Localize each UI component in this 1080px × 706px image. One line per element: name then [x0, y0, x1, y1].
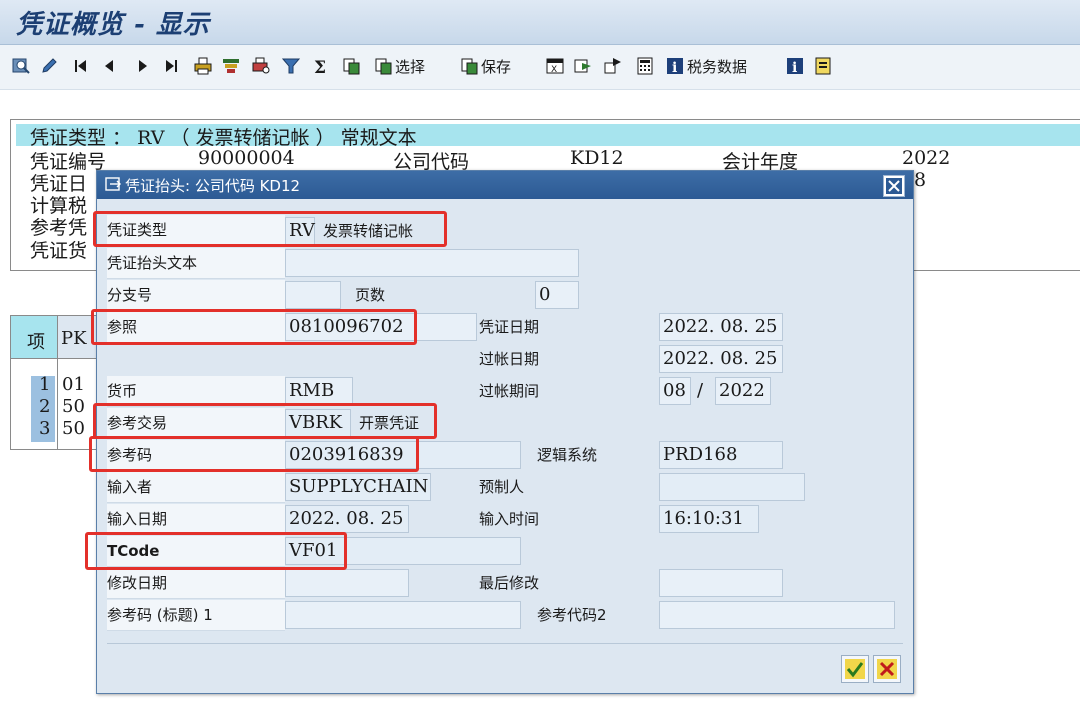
window-title: 凭证概览 - 显示: [16, 10, 210, 40]
highlight-box-ref-key: [89, 436, 419, 472]
first-page-icon[interactable]: [72, 55, 93, 77]
tax-data-button[interactable]: i 税务数据: [666, 55, 747, 77]
logical-system-field[interactable]: PRD168: [659, 441, 783, 469]
print-preview-icon[interactable]: [252, 55, 273, 77]
dialog-title: 凭证抬头: 公司代码 KD12: [125, 177, 301, 195]
entered-by-label: 输入者: [107, 472, 285, 503]
svg-text:X: X: [551, 65, 557, 75]
entry-date-label: 输入日期: [107, 504, 285, 535]
document-icon[interactable]: X: [546, 55, 567, 77]
doc-date-value-bg: 8: [914, 169, 927, 191]
table-divider: [57, 316, 58, 449]
last-change-label: 最后修改: [479, 574, 540, 592]
entry-time-label: 输入时间: [479, 510, 540, 528]
line-items-table: 项 PK 1 01 2 50 3 50: [10, 315, 99, 450]
print-icon[interactable]: [194, 55, 215, 77]
col-pk-header: PK: [61, 328, 87, 349]
currency-label-bg: 凭证货: [30, 240, 88, 262]
cancel-icon: [877, 659, 897, 679]
confirm-button[interactable]: [841, 655, 869, 683]
period-separator: /: [697, 380, 704, 401]
table-row-3-pk[interactable]: 50: [62, 418, 85, 439]
table-row-3-item[interactable]: 3: [39, 418, 50, 439]
posting-date-field[interactable]: 2022. 08. 25: [659, 345, 783, 373]
entered-by-field[interactable]: SUPPLYCHAIN: [285, 473, 431, 501]
header-text-field[interactable]: [285, 249, 579, 277]
filter-icon[interactable]: [282, 55, 303, 77]
period-field[interactable]: 08: [659, 377, 691, 405]
info-icon[interactable]: i: [786, 55, 807, 77]
svg-text:i: i: [792, 60, 797, 75]
layout-icon[interactable]: [222, 55, 243, 77]
entry-date-field[interactable]: 2022. 08. 25: [285, 505, 409, 533]
note-icon[interactable]: [814, 55, 835, 77]
highlight-box-ref-transaction: [93, 403, 437, 439]
subtotal-icon[interactable]: [342, 55, 363, 77]
branch-field[interactable]: [285, 281, 341, 309]
parked-by-label: 预制人: [479, 478, 525, 496]
parked-by-field[interactable]: [659, 473, 805, 501]
company-code-value: KD12: [570, 147, 624, 169]
table-row-1-pk[interactable]: 01: [62, 374, 85, 395]
close-button[interactable]: [883, 175, 905, 197]
col-item-header: 项: [27, 332, 45, 353]
doc-no-value: 90000004: [198, 147, 295, 169]
save-label: 保存: [481, 57, 512, 76]
calculator-icon[interactable]: [636, 55, 657, 77]
export-icon[interactable]: [574, 55, 595, 77]
select-button[interactable]: 选择: [374, 55, 425, 77]
branch-label: 分支号: [107, 280, 285, 311]
sum-icon[interactable]: Σ: [312, 55, 333, 77]
header-text-label: 凭证抬头文本: [107, 248, 285, 279]
pages-label: 页数: [355, 286, 386, 304]
change-pencil-icon[interactable]: [40, 55, 61, 77]
changed-on-field[interactable]: [285, 569, 409, 597]
period-label: 过帐期间: [479, 382, 540, 400]
doc-date-field[interactable]: 2022. 08. 25: [659, 313, 783, 341]
last-page-icon[interactable]: [162, 55, 183, 77]
entry-time-field[interactable]: 16:10:31: [659, 505, 759, 533]
table-row-2-item[interactable]: 2: [39, 396, 50, 417]
header-line: 凭证类型 ： RV （ 发票转储记帐 ） 常规文本: [30, 127, 417, 149]
edit-window-icon: [105, 177, 121, 191]
save-button[interactable]: 保存: [460, 55, 511, 77]
dialog-separator: [107, 643, 903, 644]
next-page-icon[interactable]: [134, 55, 155, 77]
ref-key2-label: 参考代码2: [537, 606, 607, 624]
logical-system-label: 逻辑系统: [537, 446, 598, 464]
ref-key-hdr1-field[interactable]: [285, 601, 521, 629]
tax-data-label: 税务数据: [687, 57, 748, 76]
highlight-box-doc-type: [93, 211, 447, 247]
ref-key-hdr1-label: 参考码 (标题) 1: [107, 600, 285, 631]
previous-page-icon[interactable]: [100, 55, 121, 77]
changed-on-label: 修改日期: [107, 568, 285, 599]
last-change-field[interactable]: [659, 569, 783, 597]
svg-text:Σ: Σ: [314, 58, 326, 75]
select-label: 选择: [395, 57, 426, 76]
doc-date-label: 凭证日期: [479, 318, 540, 336]
highlight-box-reference: [91, 309, 417, 345]
currency-field[interactable]: RMB: [285, 377, 353, 405]
application-toolbar: Σ 选择 保存 X i 税务数据 i: [0, 45, 1080, 90]
window-title-bar: 凭证概览 - 显示: [0, 0, 1080, 45]
ref-key2-field[interactable]: [659, 601, 895, 629]
table-row-2-pk[interactable]: 50: [62, 396, 85, 417]
checkmark-icon: [845, 659, 865, 679]
svg-text:i: i: [672, 60, 677, 75]
cancel-button[interactable]: [873, 655, 901, 683]
dialog-title-bar: 凭证抬头: 公司代码 KD12: [97, 171, 913, 199]
fiscal-year-value: 2022: [902, 147, 951, 169]
table-row-1-item[interactable]: 1: [39, 374, 50, 395]
document-header-dialog: 凭证抬头: 公司代码 KD12 凭证类型 RV 发票转储记帐 凭证抬头文本 分支…: [85, 170, 914, 694]
highlight-box-tcode: [85, 532, 347, 570]
posting-date-label: 过帐日期: [479, 350, 540, 368]
period-year-field[interactable]: 2022: [715, 377, 771, 405]
local-file-icon[interactable]: [604, 55, 625, 77]
pages-field[interactable]: 0: [535, 281, 579, 309]
display-icon[interactable]: [12, 55, 33, 77]
close-icon: [886, 178, 902, 194]
